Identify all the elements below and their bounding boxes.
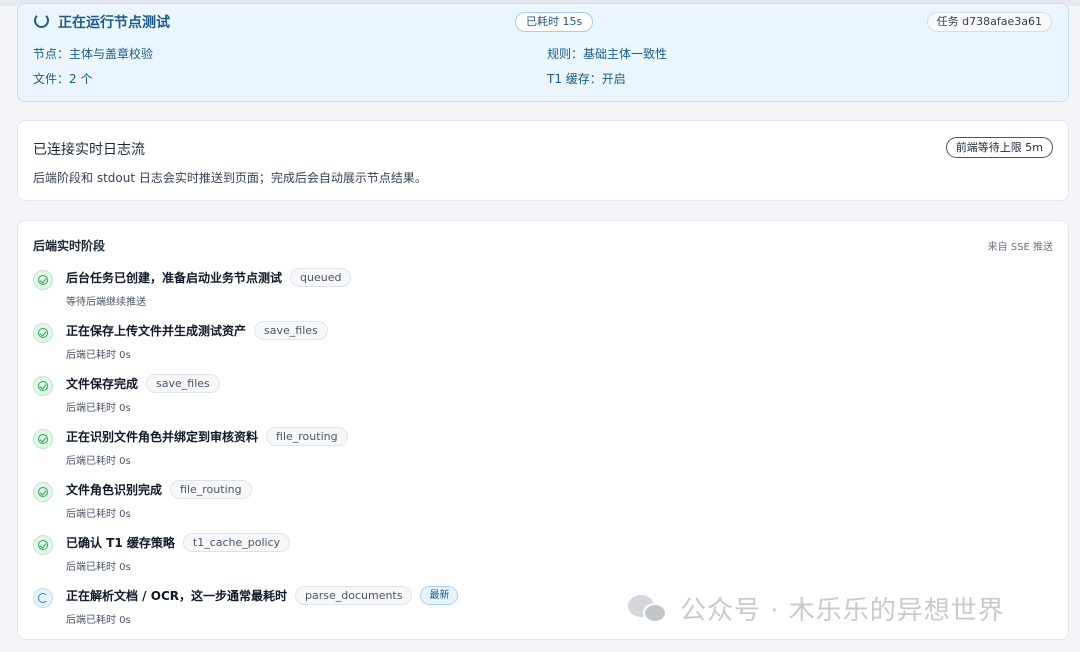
stage-item: 正在保存上传文件并生成测试资产 save_files 后端已耗时 0s [33,319,1033,367]
stage-code-badge: queued [290,267,352,287]
wait-limit-badge: 前端等待上限 5m [945,137,1053,158]
log-stream-card: 已连接实时日志流 前端等待上限 5m 后端阶段和 stdout 日志会实时推送到… [17,120,1069,201]
watermark-text: 公众号 · 木乐乐的异想世界 [680,595,1005,626]
stage-item: 已确认 T1 缓存策略 t1_cache_policy 后端已耗时 0s [33,531,1033,579]
status-title: 正在运行节点测试 [58,15,170,31]
stage-title: 正在保存上传文件并生成测试资产 [66,323,247,338]
wechat-logo-icon [628,591,670,625]
latest-badge: 最新 [420,585,459,605]
backend-stages-card: 后端实时阶段 来自 SSE 推送 后台任务已创建，准备启动业务节点测试 queu… [17,220,1069,640]
log-stream-title: 已连接实时日志流 [33,142,145,158]
stage-code-badge: t1_cache_policy [182,532,291,552]
stage-item: 后台任务已创建，准备启动业务节点测试 queued 等待后端继续推送 [33,266,1033,314]
stage-title: 文件保存完成 [66,376,139,391]
loading-spinner-icon [34,13,49,28]
running-status-card: 正在运行节点测试 已耗时 15s 任务 d738afae3a61 节点：主体与盖… [17,3,1069,102]
stage-subtext: 等待后端继续推送 [66,297,146,308]
stage-item: 文件角色识别完成 file_routing 后端已耗时 0s [33,478,1033,526]
check-circle-icon [33,323,53,343]
check-circle-icon [33,535,53,555]
stage-item: 正在识别文件角色并绑定到审核资料 file_routing 后端已耗时 0s [33,425,1033,473]
spinner-icon [33,588,53,608]
rule-info: 规则：基础主体一致性 [547,47,668,61]
stages-title: 后端实时阶段 [33,239,106,253]
stage-code-badge: file_routing [170,479,252,499]
stages-source: 来自 SSE 推送 [987,242,1053,253]
stage-title: 正在识别文件角色并绑定到审核资料 [66,429,259,444]
elapsed-badge: 已耗时 15s [515,12,594,32]
stage-title: 正在解析文档 / OCR，这一步通常最耗时 [66,588,287,603]
stage-item: 文件保存完成 save_files 后端已耗时 0s [33,372,1033,420]
stage-code-badge: save_files [254,320,328,340]
check-circle-icon [33,482,53,502]
stage-subtext: 后端已耗时 0s [66,509,131,520]
stage-subtext: 后端已耗时 0s [66,562,131,573]
stage-code-badge: file_routing [266,426,348,446]
stage-subtext: 后端已耗时 0s [66,615,131,626]
stage-subtext: 后端已耗时 0s [66,350,131,361]
log-stream-description: 后端阶段和 stdout 日志会实时推送到页面；完成后会自动展示节点结果。 [33,171,427,185]
stage-title: 文件角色识别完成 [66,482,163,497]
task-id-badge: 任务 d738afae3a61 [926,12,1052,32]
stage-subtext: 后端已耗时 0s [66,403,131,414]
stage-title: 已确认 T1 缓存策略 [66,535,175,550]
check-circle-icon [33,429,53,449]
stage-code-badge: parse_documents [295,585,413,605]
cache-info: T1 缓存：开启 [547,72,626,86]
stage-title: 后台任务已创建，准备启动业务节点测试 [66,270,283,285]
stage-code-badge: save_files [146,373,220,393]
node-info: 节点：主体与盖章校验 [33,47,154,61]
stage-subtext: 后端已耗时 0s [66,456,131,467]
files-info: 文件：2 个 [33,72,93,86]
watermark: 公众号 · 木乐乐的异想世界 [628,588,1005,628]
check-circle-icon [33,376,53,396]
check-circle-icon [33,270,53,290]
